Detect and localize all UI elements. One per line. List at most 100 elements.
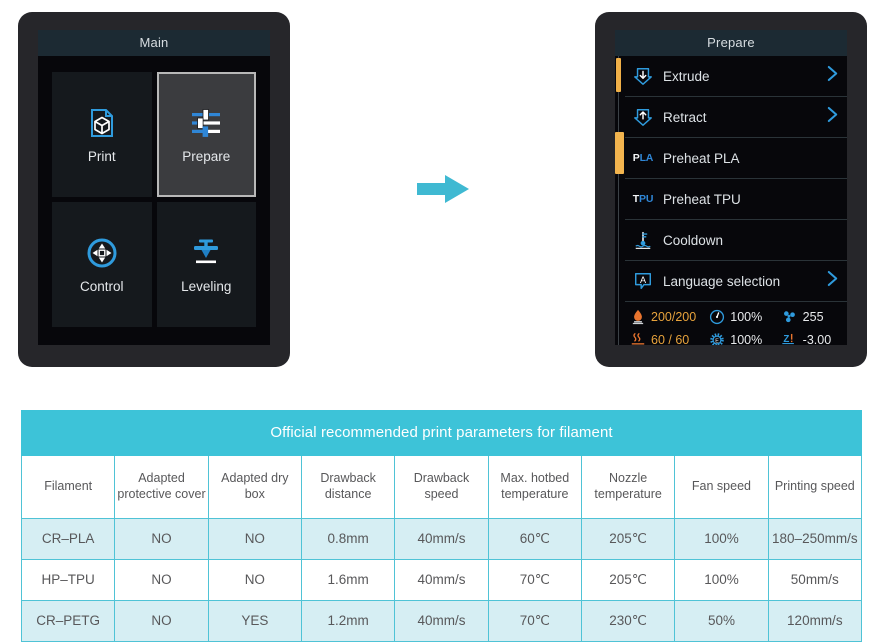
dpad-circle-icon <box>85 236 119 270</box>
cell-protective-cover: NO <box>114 518 209 560</box>
z-offset-value: -3.00 <box>802 332 832 346</box>
tile-label-leveling: Leveling <box>181 278 232 294</box>
pla-badge-icon: PLA <box>631 147 655 169</box>
cell-filament: CR–PETG <box>20 600 116 642</box>
cell-nozzle-temp: 230℃ <box>580 600 676 642</box>
menu-item-language-selection[interactable]: A Language selection <box>625 261 847 302</box>
cell-max-hotbed-temp: 60℃ <box>487 518 582 560</box>
menu-label-preheat-pla: Preheat PLA <box>663 150 740 166</box>
thermometer-waves-icon <box>631 229 655 251</box>
cell-printing-speed: 120mm/s <box>767 600 863 642</box>
retract-arrow-up-icon <box>631 106 655 128</box>
status-fan-speed[interactable]: 255 <box>781 308 841 325</box>
nozzle-temp-icon <box>629 308 646 325</box>
col-header-dry-box: Adapted dry box <box>207 455 302 519</box>
extrusion-gear-icon: E <box>708 331 725 345</box>
status-extrusion-rate[interactable]: E 100% <box>708 331 780 345</box>
table-banner-title: Official recommended print parameters fo… <box>21 410 862 456</box>
tpu-badge-rest: PU <box>639 193 654 205</box>
fan-speed-value: 255 <box>802 309 824 324</box>
svg-text:A: A <box>640 275 647 285</box>
col-header-filament: Filament <box>20 455 116 519</box>
cell-dry-box: NO <box>207 559 302 601</box>
sliders-icon <box>189 106 223 140</box>
cell-printing-speed: 50mm/s <box>767 559 863 601</box>
cell-fan-speed: 100% <box>674 559 769 601</box>
tile-leveling[interactable]: Leveling <box>156 202 256 327</box>
prepare-screen-title: Prepare <box>615 30 847 56</box>
cell-nozzle-temp: 205℃ <box>580 518 676 560</box>
prepare-menu-list: Extrude Retract PLA Preheat PLA TPU Preh… <box>621 56 847 302</box>
cell-max-hotbed-temp: 70℃ <box>487 559 582 601</box>
tpu-badge-icon: TPU <box>631 188 655 210</box>
nozzle-temp-value: 200/200 <box>651 309 697 324</box>
menu-item-retract[interactable]: Retract <box>625 97 847 138</box>
print-page-cube-icon <box>85 106 119 140</box>
status-row-2: 60 / 60 E 100% Z -3.00 <box>629 329 841 345</box>
cell-fan-speed: 100% <box>674 518 769 560</box>
cell-drawback-speed: 40mm/s <box>394 559 489 601</box>
tile-prepare[interactable]: Prepare <box>156 72 256 197</box>
col-header-drawback-distance: Drawback distance <box>300 455 396 519</box>
speed-gauge-icon <box>708 308 725 325</box>
col-header-fan-speed: Fan speed <box>674 455 769 519</box>
menu-label-preheat-tpu: Preheat TPU <box>663 191 741 207</box>
menu-label-language-selection: Language selection <box>663 273 781 289</box>
tile-print[interactable]: Print <box>52 72 152 197</box>
cell-drawback-distance: 1.6mm <box>300 559 396 601</box>
extrusion-rate-value: 100% <box>730 332 763 346</box>
status-row-1: 200/200 100% 255 <box>629 306 841 327</box>
menu-item-preheat-pla[interactable]: PLA Preheat PLA <box>625 138 847 179</box>
cell-drawback-speed: 40mm/s <box>394 600 489 642</box>
table-header-row: Filament Adapted protective cover Adapte… <box>20 455 863 519</box>
cell-dry-box: YES <box>207 600 302 642</box>
print-speed-value: 100% <box>730 309 763 324</box>
table-row: CR–PLA NO NO 0.8mm 40mm/s 60℃ 205℃ 100% … <box>20 518 863 560</box>
scroll-track[interactable] <box>618 56 619 345</box>
menu-item-cooldown[interactable]: Cooldown <box>625 220 847 261</box>
menu-label-extrude: Extrude <box>663 68 710 84</box>
tile-label-print: Print <box>87 148 116 164</box>
svg-text:E: E <box>715 338 719 344</box>
main-menu-screen: Main Print Prepare Control Leveling <box>38 30 270 345</box>
status-nozzle-temperature[interactable]: 200/200 <box>629 308 708 325</box>
main-menu-device: Main Print Prepare Control Leveling <box>18 12 290 367</box>
prepare-menu-device: Prepare Extrude Retract PLA Preheat PLA … <box>595 12 867 367</box>
menu-label-retract: Retract <box>663 109 707 125</box>
main-menu-tile-grid: Print Prepare Control Leveling <box>38 56 270 345</box>
chevron-right-icon <box>826 64 839 88</box>
main-screen-title: Main <box>38 30 270 56</box>
prepare-menu-screen: Prepare Extrude Retract PLA Preheat PLA … <box>615 30 847 345</box>
col-header-nozzle-temp: Nozzle temperature <box>580 455 676 519</box>
cell-drawback-distance: 1.2mm <box>300 600 396 642</box>
scroll-marker-top <box>616 58 621 92</box>
hotbed-temp-icon <box>629 331 646 345</box>
filament-parameters-table: Official recommended print parameters fo… <box>20 410 863 642</box>
col-header-drawback-speed: Drawback speed <box>394 455 489 519</box>
cell-filament: CR–PLA <box>20 518 116 560</box>
menu-item-extrude[interactable]: Extrude <box>625 56 847 97</box>
status-print-speed[interactable]: 100% <box>708 308 780 325</box>
arrow-right-icon <box>415 172 473 206</box>
menu-label-cooldown: Cooldown <box>663 232 724 248</box>
cell-fan-speed: 50% <box>674 600 769 642</box>
cell-printing-speed: 180–250mm/s <box>767 518 863 560</box>
menu-item-preheat-tpu[interactable]: TPU Preheat TPU <box>625 179 847 220</box>
cell-nozzle-temp: 205℃ <box>580 559 676 601</box>
pla-badge-rest: LA <box>639 152 654 164</box>
chevron-right-icon <box>826 105 839 129</box>
table-row: CR–PETG NO YES 1.2mm 40mm/s 70℃ 230℃ 50%… <box>20 600 863 642</box>
chevron-right-icon <box>826 269 839 293</box>
cell-drawback-distance: 0.8mm <box>300 518 396 560</box>
table-row: HP–TPU NO NO 1.6mm 40mm/s 70℃ 205℃ 100% … <box>20 559 863 601</box>
tile-control[interactable]: Control <box>52 202 152 327</box>
cell-filament: HP–TPU <box>20 559 116 601</box>
col-header-protective-cover: Adapted protective cover <box>114 455 209 519</box>
status-z-offset[interactable]: Z -3.00 <box>781 331 841 345</box>
fan-icon <box>781 308 798 325</box>
cell-dry-box: NO <box>207 518 302 560</box>
cell-drawback-speed: 40mm/s <box>394 518 489 560</box>
z-offset-icon: Z <box>781 331 798 345</box>
status-hotbed-temperature[interactable]: 60 / 60 <box>629 331 708 345</box>
tile-label-prepare: Prepare <box>182 148 231 164</box>
